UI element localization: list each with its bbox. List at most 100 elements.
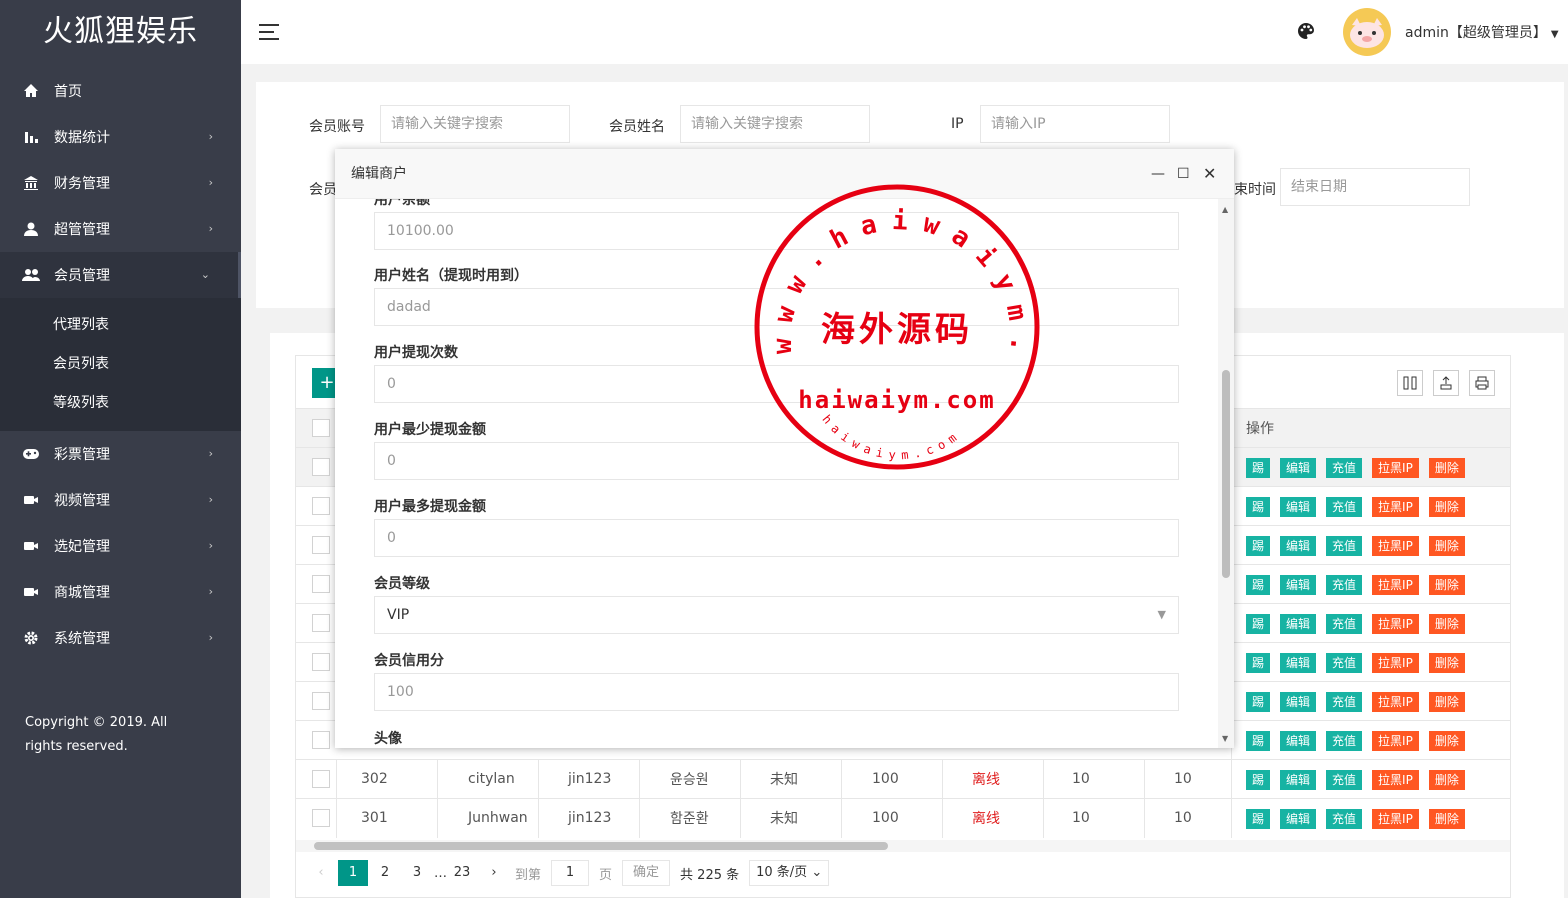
row-checkbox[interactable]: [312, 770, 330, 788]
palette-icon[interactable]: [1296, 21, 1316, 45]
block-ip-button[interactable]: 拉黑IP: [1372, 808, 1419, 829]
columns-icon[interactable]: [1397, 370, 1423, 396]
row-checkbox[interactable]: [312, 575, 330, 593]
scroll-up-icon[interactable]: ▲: [1222, 205, 1228, 214]
block-ip-button[interactable]: 拉黑IP: [1372, 691, 1419, 712]
recharge-button[interactable]: 充值: [1326, 613, 1363, 634]
sidebar-item-0[interactable]: 首页: [0, 68, 241, 114]
edit-button[interactable]: 编辑: [1280, 808, 1317, 829]
scrollbar-thumb[interactable]: [314, 842, 888, 850]
delete-button[interactable]: 删除: [1428, 652, 1465, 673]
ip-search-input[interactable]: 请输入IP: [980, 105, 1170, 143]
delete-button[interactable]: 删除: [1428, 535, 1465, 556]
submenu-item[interactable]: 等级列表: [0, 384, 241, 423]
name-search-input[interactable]: 请输入关键字搜索: [680, 105, 870, 143]
block-ip-button[interactable]: 拉黑IP: [1372, 574, 1419, 595]
account-search-input[interactable]: 请输入关键字搜索: [380, 105, 570, 143]
sidebar-item-4[interactable]: 会员管理 ⌄: [0, 252, 241, 298]
sidebar-item-5[interactable]: 彩票管理 ›: [0, 431, 241, 477]
kick-button[interactable]: 踢: [1246, 496, 1271, 517]
modal-scrollbar[interactable]: ▲ ▼: [1218, 199, 1234, 748]
edit-button[interactable]: 编辑: [1280, 730, 1317, 751]
next-page-button[interactable]: ›: [479, 860, 509, 886]
kick-button[interactable]: 踢: [1246, 691, 1271, 712]
delete-button[interactable]: 删除: [1428, 457, 1465, 478]
kick-button[interactable]: 踢: [1246, 769, 1271, 790]
field-input[interactable]: 0: [374, 519, 1179, 557]
edit-button[interactable]: 编辑: [1280, 496, 1317, 517]
recharge-button[interactable]: 充值: [1326, 574, 1363, 595]
delete-button[interactable]: 删除: [1428, 691, 1465, 712]
sidebar-item-2[interactable]: 财务管理 ›: [0, 160, 241, 206]
prev-page-button[interactable]: ‹: [306, 860, 336, 886]
edit-button[interactable]: 编辑: [1280, 691, 1317, 712]
row-checkbox[interactable]: [312, 692, 330, 710]
delete-button[interactable]: 删除: [1428, 613, 1465, 634]
field-input[interactable]: 100: [374, 673, 1179, 711]
row-checkbox[interactable]: [312, 653, 330, 671]
user-menu[interactable]: admin【超级管理员】 ▼: [1405, 22, 1559, 42]
delete-button[interactable]: 删除: [1428, 496, 1465, 517]
row-checkbox[interactable]: [312, 809, 330, 827]
page-2[interactable]: 2: [370, 860, 400, 886]
block-ip-button[interactable]: 拉黑IP: [1372, 535, 1419, 556]
maximize-icon[interactable]: ☐: [1177, 149, 1190, 199]
table-row[interactable]: 301 Junhwan jin123 함준환 未知 100 离线 10 10 踢编辑 充值 拉黑IP 删…: [296, 798, 1510, 838]
minimize-icon[interactable]: —: [1151, 149, 1165, 199]
horizontal-scrollbar[interactable]: [296, 840, 1510, 852]
kick-button[interactable]: 踢: [1246, 457, 1271, 478]
level-select[interactable]: VIP ▼: [374, 596, 1179, 634]
submenu-item[interactable]: 会员列表: [0, 345, 241, 384]
kick-button[interactable]: 踢: [1246, 574, 1271, 595]
submenu-item[interactable]: 代理列表: [0, 306, 241, 345]
print-icon[interactable]: [1469, 370, 1495, 396]
recharge-button[interactable]: 充值: [1326, 808, 1363, 829]
recharge-button[interactable]: 充值: [1326, 691, 1363, 712]
goto-confirm-button[interactable]: 确定: [622, 860, 671, 886]
edit-button[interactable]: 编辑: [1280, 652, 1317, 673]
row-checkbox[interactable]: [312, 614, 330, 632]
recharge-button[interactable]: 充值: [1326, 535, 1363, 556]
close-icon[interactable]: ✕: [1203, 149, 1216, 199]
recharge-button[interactable]: 充值: [1326, 730, 1363, 751]
edit-button[interactable]: 编辑: [1280, 574, 1317, 595]
sidebar-item-8[interactable]: 商城管理 ›: [0, 569, 241, 615]
avatar[interactable]: [1343, 8, 1391, 56]
recharge-button[interactable]: 充值: [1326, 496, 1363, 517]
sidebar-item-6[interactable]: 视频管理 ›: [0, 477, 241, 523]
goto-page-input[interactable]: 1: [551, 860, 590, 886]
modal-scrollbar-thumb[interactable]: [1222, 370, 1230, 578]
recharge-button[interactable]: 充值: [1326, 652, 1363, 673]
edit-button[interactable]: 编辑: [1280, 613, 1317, 634]
sidebar-item-9[interactable]: 系统管理 ›: [0, 615, 241, 661]
delete-button[interactable]: 删除: [1428, 574, 1465, 595]
per-page-select[interactable]: 10 条/页 ⌄: [749, 860, 830, 886]
kick-button[interactable]: 踢: [1246, 535, 1271, 556]
page-3[interactable]: 3: [402, 860, 432, 886]
menu-toggle-icon[interactable]: [259, 24, 279, 40]
sidebar-item-7[interactable]: 选妃管理 ›: [0, 523, 241, 569]
end-date-input[interactable]: 结束日期: [1280, 168, 1470, 206]
kick-button[interactable]: 踢: [1246, 730, 1271, 751]
row-checkbox[interactable]: [312, 497, 330, 515]
row-checkbox[interactable]: [312, 731, 330, 749]
table-row[interactable]: 302 citylan jin123 윤승원 未知 100 离线 10 10 踢编辑 充值 拉黑IP 删…: [296, 759, 1510, 799]
recharge-button[interactable]: 充值: [1326, 769, 1363, 790]
sidebar-item-1[interactable]: 数据统计 ›: [0, 114, 241, 160]
block-ip-button[interactable]: 拉黑IP: [1372, 457, 1419, 478]
edit-button[interactable]: 编辑: [1280, 535, 1317, 556]
row-checkbox[interactable]: [312, 536, 330, 554]
page-last[interactable]: 23: [447, 860, 477, 886]
kick-button[interactable]: 踢: [1246, 613, 1271, 634]
edit-button[interactable]: 编辑: [1280, 457, 1317, 478]
block-ip-button[interactable]: 拉黑IP: [1372, 769, 1419, 790]
block-ip-button[interactable]: 拉黑IP: [1372, 613, 1419, 634]
edit-button[interactable]: 编辑: [1280, 769, 1317, 790]
block-ip-button[interactable]: 拉黑IP: [1372, 496, 1419, 517]
kick-button[interactable]: 踢: [1246, 652, 1271, 673]
app-logo[interactable]: 火狐狸娱乐: [0, 0, 241, 64]
recharge-button[interactable]: 充值: [1326, 457, 1363, 478]
row-checkbox[interactable]: [312, 458, 330, 476]
delete-button[interactable]: 删除: [1428, 769, 1465, 790]
page-1[interactable]: 1: [338, 860, 368, 886]
